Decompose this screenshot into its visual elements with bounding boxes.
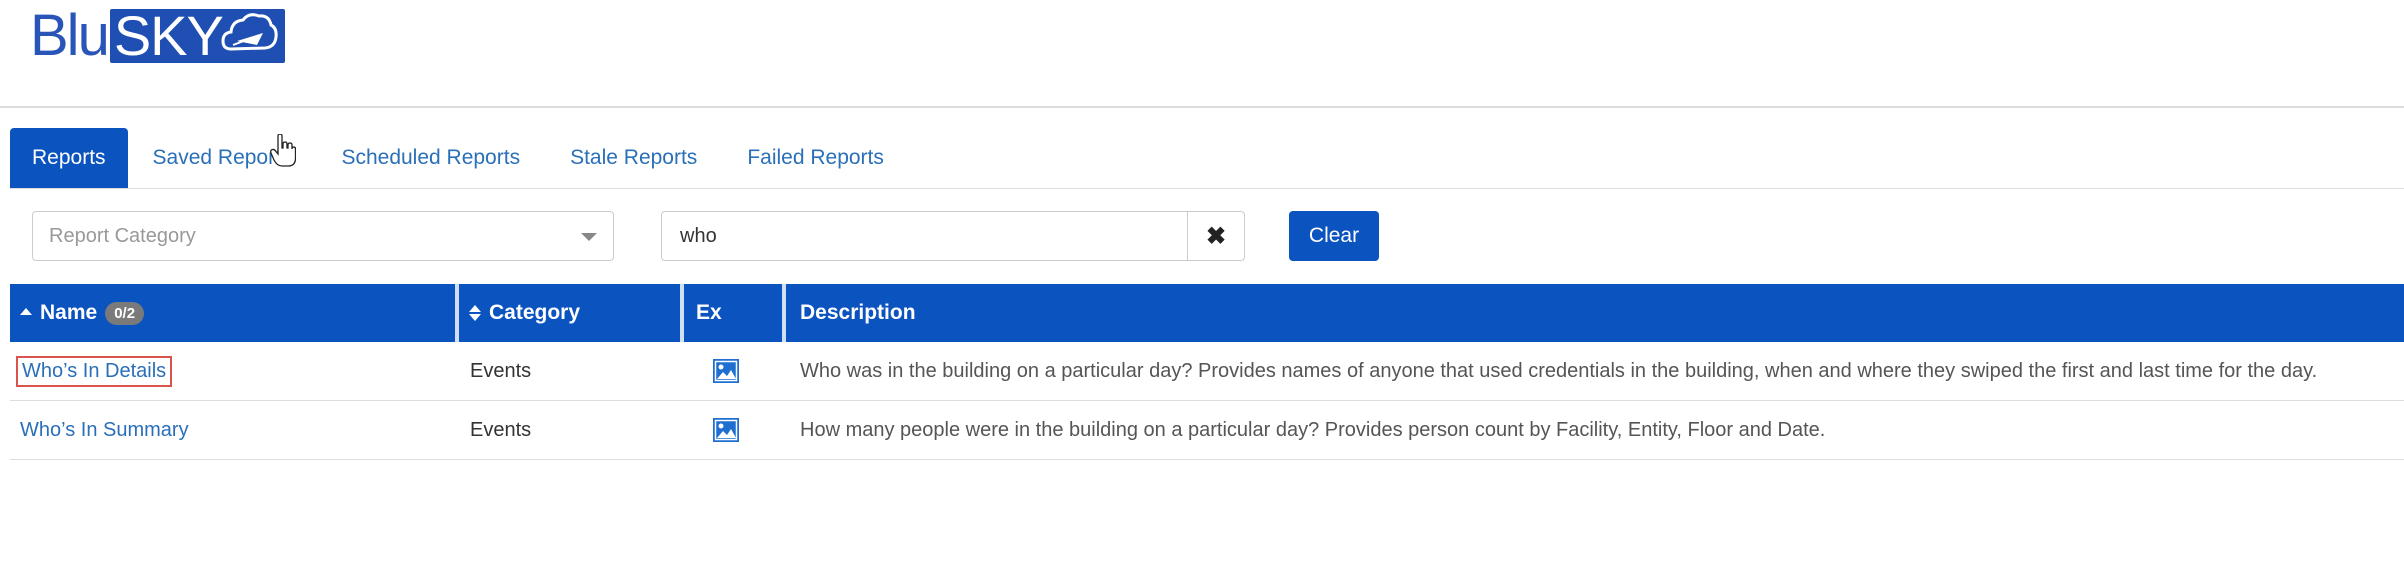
sort-icon (469, 305, 481, 321)
tab-scheduled-reports[interactable]: Scheduled Reports (316, 128, 545, 188)
tab-failed-reports[interactable]: Failed Reports (722, 128, 909, 188)
search-input[interactable] (661, 211, 1187, 261)
column-name-label: Name (40, 301, 98, 324)
image-icon (713, 418, 739, 442)
sort-ascending-icon (20, 308, 32, 315)
hand-cursor-icon (270, 134, 296, 167)
report-link-whos-in-details[interactable]: Who’s In Details (15, 355, 173, 387)
logo-text-blu: Blu (30, 3, 110, 68)
tab-stale-reports[interactable]: Stale Reports (545, 128, 722, 188)
column-header-export[interactable]: Ex (696, 284, 722, 342)
column-header-category[interactable]: Category (469, 284, 580, 342)
caret-down-icon (581, 233, 597, 241)
report-tabs: Reports Saved Reports Scheduled Reports … (10, 128, 2404, 189)
reports-table: Name 0/2 Category Ex Description Who’s I… (10, 284, 2404, 460)
table-row: Who’s In Summary Events How many people … (10, 401, 2404, 460)
column-resize-handle[interactable] (782, 284, 786, 342)
column-resize-handle[interactable] (455, 284, 459, 342)
report-name-cell: Who’s In Summary (20, 401, 189, 459)
column-export-label: Ex (696, 301, 722, 324)
column-category-label: Category (489, 301, 581, 324)
report-name-cell: Who’s In Details (15, 342, 173, 400)
cloud-icon (221, 13, 278, 51)
report-description-cell: How many people were in the building on … (800, 418, 1826, 441)
table-header: Name 0/2 Category Ex Description (10, 284, 2404, 342)
column-header-description[interactable]: Description (800, 284, 916, 342)
logo-text-sky: SKY (113, 4, 224, 67)
clear-button[interactable]: Clear (1289, 211, 1379, 261)
report-description-cell: Who was in the building on a particular … (800, 359, 2318, 382)
column-header-name[interactable]: Name 0/2 (20, 284, 145, 342)
blusky-logo[interactable]: Blu SKY (30, 6, 285, 66)
column-description-label: Description (800, 301, 916, 324)
selection-count-badge: 0/2 (105, 301, 145, 325)
report-category-cell: Events (470, 359, 532, 382)
times-icon: ✖ (1205, 222, 1227, 250)
filter-bar: Report Category ✖ Clear (32, 211, 1392, 263)
app-header: Blu SKY (0, 0, 2404, 108)
tab-reports[interactable]: Reports (10, 128, 128, 188)
column-resize-handle[interactable] (680, 284, 684, 342)
logo-sky-box: SKY (109, 4, 285, 67)
report-category-select[interactable]: Report Category (32, 211, 614, 261)
table-row: Who’s In Details Events Who was in the b… (10, 342, 2404, 401)
report-link-whos-in-summary[interactable]: Who’s In Summary (20, 419, 189, 442)
export-image-button[interactable] (712, 342, 740, 400)
report-category-placeholder: Report Category (49, 224, 196, 247)
clear-search-button[interactable]: ✖ (1187, 211, 1245, 261)
export-image-button[interactable] (712, 401, 740, 459)
image-icon (713, 359, 739, 383)
report-category-cell: Events (470, 418, 532, 441)
